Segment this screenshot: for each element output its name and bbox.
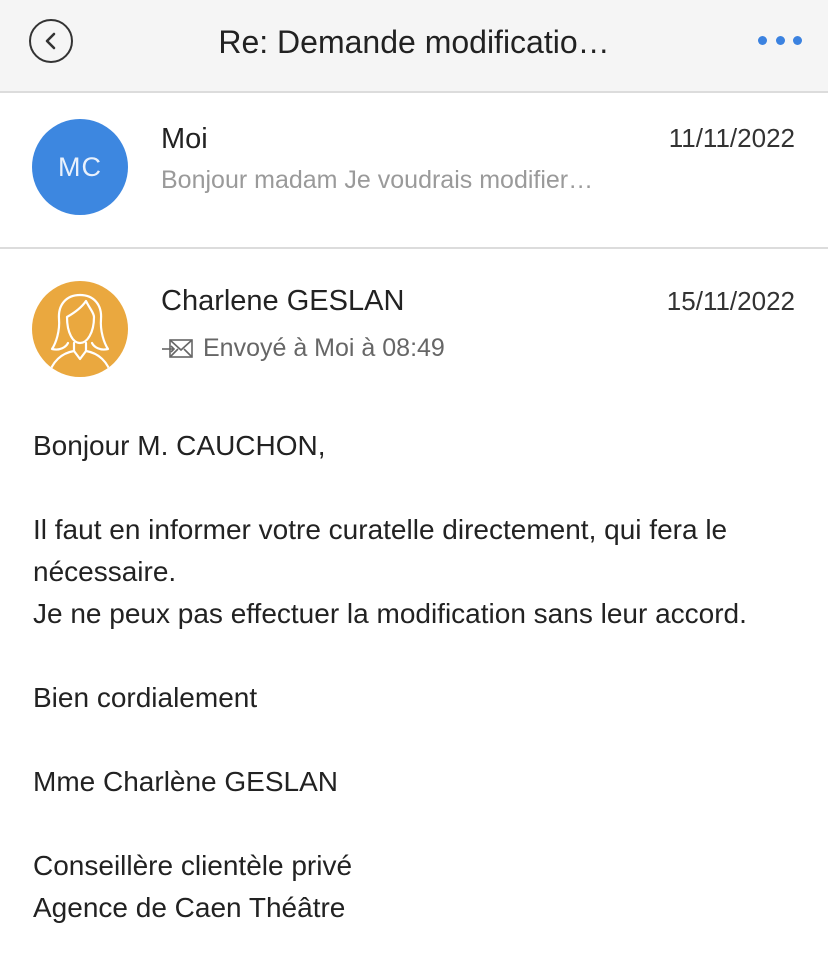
signature-role: Conseillère clientèle privé — [33, 850, 353, 881]
more-options-button[interactable] — [758, 29, 802, 51]
body-text: nécessaire. — [33, 556, 177, 587]
message-date: 15/11/2022 — [666, 286, 795, 316]
message-preview: Bonjour madam Je voudrais modifier… — [161, 166, 594, 194]
message-date: 11/11/2022 — [668, 123, 795, 153]
sender-name: Moi — [161, 123, 208, 155]
avatar — [32, 281, 128, 377]
sent-to-text: Envoyé à Moi à 08:49 — [203, 334, 445, 362]
person-female-icon — [46, 293, 114, 377]
sent-mail-icon — [162, 338, 193, 358]
recipient-info: Envoyé à Moi à 08:49 — [161, 334, 445, 363]
message-item-collapsed[interactable]: MC Moi 11/11/2022 Bonjour madam Je voudr… — [0, 93, 828, 249]
message-body: Bonjour M. CAUCHON, Il faut en informer … — [33, 425, 808, 929]
more-dot-icon — [758, 35, 767, 45]
page-title: Re: Demande modificatio… — [218, 24, 610, 60]
signature-agency: Agence de Caen Théâtre — [33, 892, 346, 923]
avatar: MC — [32, 119, 128, 215]
body-text: Je ne peux pas effectuer la modification… — [33, 598, 747, 629]
greeting-text: Bonjour M. CAUCHON, — [33, 430, 326, 461]
more-dot-icon — [793, 35, 802, 45]
signature-name: Mme Charlène GESLAN — [33, 766, 339, 797]
top-bar: Re: Demande modificatio… — [0, 0, 828, 93]
back-button[interactable] — [29, 19, 73, 63]
closing-text: Bien cordialement — [33, 682, 258, 713]
chevron-left-icon — [45, 32, 56, 50]
body-text: Il faut en informer votre curatelle dire… — [33, 514, 728, 545]
sender-name: Charlene GESLAN — [161, 285, 405, 317]
more-dot-icon — [775, 35, 785, 45]
